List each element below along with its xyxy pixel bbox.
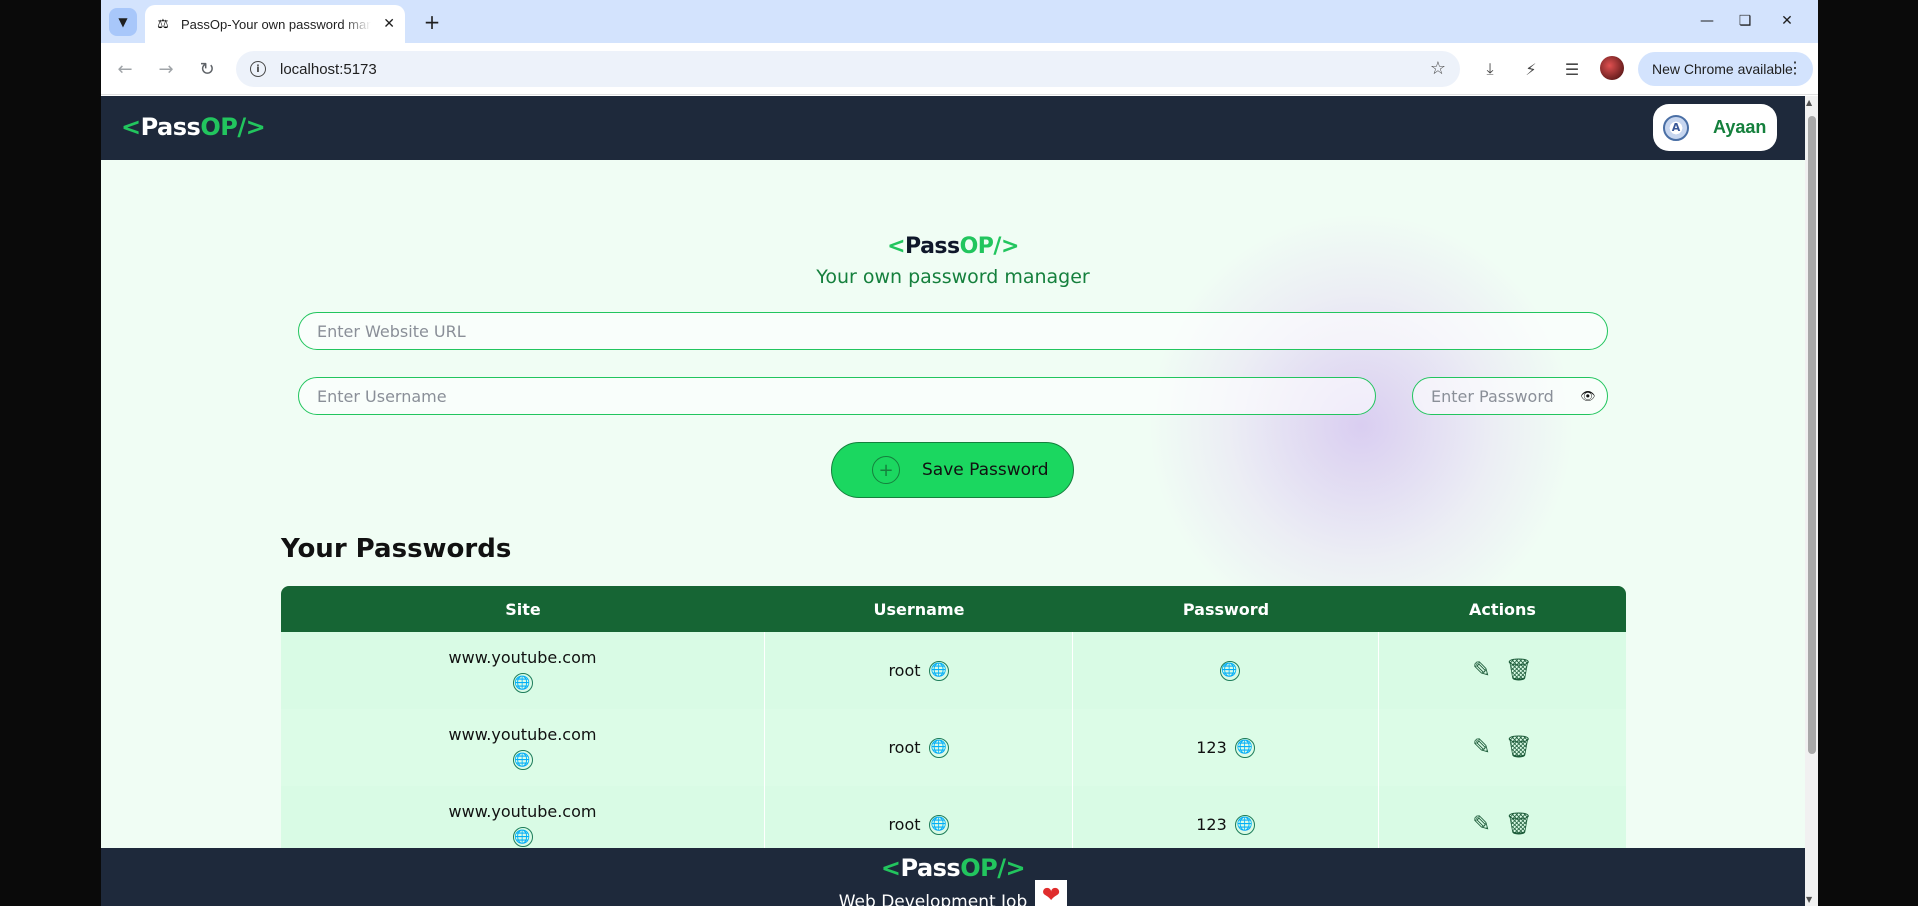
desktop-right-edge [1818, 0, 1918, 906]
username-value: root [888, 738, 921, 757]
password-cell: 🌐 [1073, 632, 1379, 709]
chevron-down-icon: ▼ [118, 15, 128, 29]
hero-subtitle: Your own password manager [816, 266, 1090, 288]
site-link[interactable]: www.youtube.com [449, 648, 597, 667]
navbar-logo[interactable]: <PassOP/> [121, 113, 266, 141]
page-viewport: <PassOP/> A Ayaan <PassOP/> Your own pas… [101, 96, 1805, 906]
delete-trash-icon[interactable]: 🗑 [1505, 735, 1533, 760]
add-icon: + [872, 456, 900, 484]
restore-icon[interactable]: ❏ [1730, 8, 1760, 34]
col-username: Username [873, 599, 965, 619]
password-input[interactable]: Enter Password 👁 [1412, 377, 1608, 415]
eye-slash-icon[interactable]: 👁 [1579, 388, 1597, 404]
site-cell: www.youtube.com 🌐 [281, 709, 765, 786]
scroll-down-icon[interactable]: ▼ [1806, 895, 1812, 904]
forward-icon[interactable]: → [152, 55, 180, 83]
media-control-icon[interactable]: ☰ [1560, 57, 1584, 81]
profile-avatar[interactable] [1600, 56, 1624, 80]
edit-pencil-icon[interactable]: ✎ [1472, 658, 1490, 683]
col-site: Site [505, 599, 541, 619]
reload-icon[interactable]: ↻ [193, 55, 221, 83]
close-window-icon[interactable]: ✕ [1772, 8, 1802, 34]
chrome-update-button[interactable]: New Chrome available ⋮ [1638, 52, 1813, 86]
copy-icon[interactable]: 🌐 [1234, 737, 1255, 758]
username-cell: root 🌐 [765, 632, 1073, 709]
address-bar[interactable]: i localhost:5173 ☆ [236, 51, 1460, 87]
copy-icon[interactable]: 🌐 [1234, 814, 1255, 835]
username-cell: root 🌐 [765, 709, 1073, 786]
user-profile-button[interactable]: A Ayaan [1653, 104, 1777, 151]
table-row: www.youtube.com 🌐 root 🌐 123 🌐 ✎ 🗑 [281, 709, 1626, 786]
more-menu-icon[interactable]: ⋮ [1787, 58, 1803, 78]
copy-icon[interactable]: 🌐 [512, 673, 533, 693]
tab-strip: ▼ ⚖ PassOp-Your own password manager ✕ +… [101, 0, 1818, 43]
favicon-icon: ⚖ [157, 16, 169, 32]
close-tab-icon[interactable]: ✕ [383, 16, 395, 32]
username-input[interactable]: Enter Username [298, 377, 1376, 415]
performance-icon[interactable]: ⚡ [1519, 57, 1543, 81]
app-footer: <PassOP/> Web Development Job ❤ [101, 848, 1805, 906]
delete-trash-icon[interactable]: 🗑 [1505, 812, 1533, 837]
copy-icon[interactable]: 🌐 [512, 750, 533, 770]
scroll-up-icon[interactable]: ▲ [1806, 98, 1812, 107]
copy-icon[interactable]: 🌐 [512, 827, 533, 847]
actions-cell: ✎ 🗑 [1379, 709, 1626, 786]
user-name: Ayaan [1713, 117, 1767, 137]
edit-pencil-icon[interactable]: ✎ [1472, 812, 1490, 837]
new-tab-button[interactable]: + [419, 9, 445, 35]
footer-text: Web Development Job [838, 892, 1028, 906]
url-text: localhost:5173 [280, 60, 377, 78]
browser-window: ▼ ⚖ PassOp-Your own password manager ✕ +… [101, 0, 1818, 906]
password-placeholder: Enter Password [1431, 386, 1554, 406]
save-password-label: Save Password [922, 460, 1049, 480]
tab-title: PassOp-Your own password manager [181, 16, 371, 32]
hero-logo: <PassOP/> [887, 234, 1019, 259]
password-cell: 123 🌐 [1073, 709, 1379, 786]
footer-logo: <PassOP/> [880, 854, 1026, 882]
site-cell: www.youtube.com 🌐 [281, 632, 765, 709]
back-icon[interactable]: ← [111, 55, 139, 83]
passwords-heading: Your Passwords [281, 534, 512, 564]
download-icon[interactable]: ⤓ [1478, 57, 1502, 81]
tab-search-button[interactable]: ▼ [109, 8, 137, 36]
copy-icon[interactable]: 🌐 [928, 660, 949, 681]
heart-icon: ❤ [1035, 880, 1068, 906]
app-navbar: <PassOP/> A Ayaan [101, 96, 1805, 160]
site-link[interactable]: www.youtube.com [449, 802, 597, 821]
minimize-icon[interactable]: — [1692, 8, 1722, 34]
password-value: 123 [1196, 738, 1227, 757]
bookmark-star-icon[interactable]: ☆ [1430, 58, 1446, 79]
col-password: Password [1182, 599, 1270, 619]
col-actions: Actions [1469, 599, 1536, 619]
actions-cell: ✎ 🗑 [1379, 632, 1626, 709]
username-value: root [888, 661, 921, 680]
delete-trash-icon[interactable]: 🗑 [1505, 658, 1533, 683]
site-info-icon[interactable]: i [250, 61, 266, 77]
table-header: Site Username Password Actions [281, 586, 1626, 632]
edit-pencil-icon[interactable]: ✎ [1472, 735, 1490, 760]
passwords-table: Site Username Password Actions www.youtu… [281, 586, 1626, 863]
page-scrollbar[interactable]: ▲ ▼ [1805, 96, 1818, 906]
copy-icon[interactable]: 🌐 [1219, 660, 1240, 681]
copy-icon[interactable]: 🌐 [928, 737, 949, 758]
table-row: www.youtube.com 🌐 root 🌐 🌐 ✎ 🗑 [281, 632, 1626, 709]
desktop-left-edge [0, 0, 101, 906]
site-link[interactable]: www.youtube.com [449, 725, 597, 744]
save-password-button[interactable]: + Save Password [831, 442, 1074, 498]
active-tab[interactable]: ⚖ PassOp-Your own password manager ✕ [145, 5, 405, 43]
website-url-input[interactable]: Enter Website URL [298, 312, 1608, 350]
username-value: root [888, 815, 921, 834]
password-value: 123 [1196, 815, 1227, 834]
copy-icon[interactable]: 🌐 [928, 814, 949, 835]
browser-toolbar: ← → ↻ i localhost:5173 ☆ ⤓ ⚡ ☰ New Chrom… [101, 43, 1818, 95]
update-label: New Chrome available [1652, 61, 1793, 77]
table-body: www.youtube.com 🌐 root 🌐 🌐 ✎ 🗑 www.youtube… [281, 632, 1626, 863]
user-avatar-icon: A [1663, 114, 1689, 141]
footer-tagline: Web Development Job ❤ [101, 880, 1805, 906]
scroll-thumb[interactable] [1808, 116, 1816, 754]
